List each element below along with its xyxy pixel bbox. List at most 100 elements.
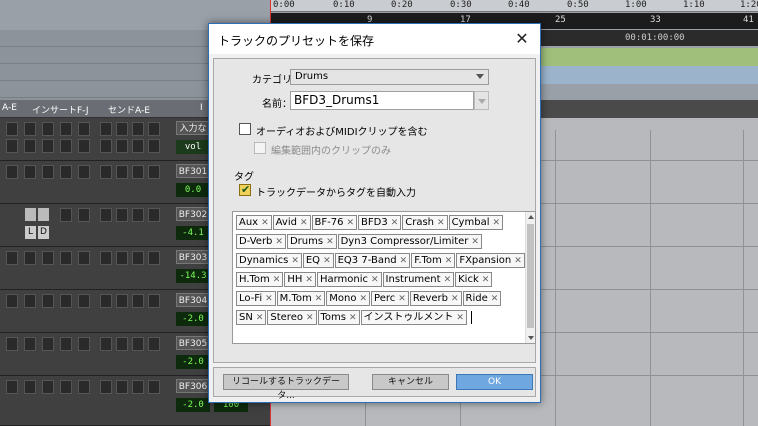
tag-chip: Mono ✕	[326, 291, 371, 306]
remove-tag-icon[interactable]: ✕	[456, 312, 464, 325]
track-volume[interactable]: -14.3	[176, 269, 210, 283]
tag-label: BFD3	[361, 217, 388, 228]
track-volume[interactable]: -4.1	[176, 226, 210, 240]
auto-tag-checkbox[interactable]	[239, 183, 251, 196]
sends-left-header: A-E	[2, 103, 17, 113]
tag-scrollbar[interactable]	[525, 212, 535, 343]
remove-tag-icon[interactable]: ✕	[391, 217, 399, 230]
insert-button-l[interactable]: L	[25, 226, 36, 239]
remove-tag-icon[interactable]: ✕	[315, 293, 323, 306]
close-icon[interactable]: ✕	[512, 29, 532, 49]
scroll-up-icon[interactable]	[528, 215, 534, 219]
remove-tag-icon[interactable]: ✕	[291, 255, 299, 268]
tag-chip: HH ✕	[284, 272, 316, 287]
tag-label: Dyn3 Compressor/Limiter	[340, 236, 469, 247]
tag-chip: FXpansion ✕	[456, 253, 525, 268]
tag-label: SN	[239, 312, 253, 323]
remove-tag-icon[interactable]: ✕	[451, 293, 459, 306]
ruler-tick: 1:10	[683, 0, 705, 10]
track-volume[interactable]: -2.0	[176, 355, 210, 369]
io-header: I	[200, 103, 203, 113]
remove-tag-icon[interactable]: ✕	[371, 274, 379, 287]
track-name[interactable]: BF302	[176, 207, 210, 221]
include-clips-checkbox[interactable]	[239, 123, 251, 135]
remove-tag-icon[interactable]: ✕	[514, 255, 522, 268]
tag-chip: Drums ✕	[286, 234, 337, 249]
remove-tag-icon[interactable]: ✕	[306, 312, 314, 325]
remove-tag-icon[interactable]: ✕	[482, 274, 490, 287]
name-history-dropdown[interactable]	[474, 91, 489, 110]
scroll-thumb[interactable]	[527, 224, 534, 328]
tag-label: インストゥルメント	[363, 312, 454, 323]
remove-tag-icon[interactable]: ✕	[326, 236, 334, 249]
track-name[interactable]: BF301	[176, 164, 210, 178]
bar-number: 41	[743, 15, 754, 25]
tag-chip: D-Verb ✕	[236, 234, 286, 249]
tag-label: Cymbal	[451, 217, 490, 228]
tag-chip: Dyn3 Compressor/Limiter ✕	[337, 234, 482, 249]
remove-tag-icon[interactable]: ✕	[398, 293, 406, 306]
text-caret	[470, 311, 472, 324]
vol-selector[interactable]: vol	[176, 140, 210, 154]
category-value: Drums	[295, 71, 329, 82]
remove-tag-icon[interactable]: ✕	[444, 274, 452, 287]
tag-label: D-Verb	[239, 236, 273, 247]
track-name[interactable]: BF305	[176, 336, 210, 350]
tag-chip: H.Tom ✕	[236, 272, 284, 287]
clips-in-range-checkbox[interactable]	[254, 142, 266, 154]
scroll-down-icon[interactable]	[528, 336, 534, 340]
remove-tag-icon[interactable]: ✕	[437, 217, 445, 230]
tag-label: HH	[287, 274, 303, 285]
remove-tag-icon[interactable]: ✕	[261, 217, 269, 230]
remove-tag-icon[interactable]: ✕	[400, 255, 408, 268]
remove-tag-icon[interactable]: ✕	[323, 255, 331, 268]
chevron-down-icon	[478, 99, 486, 104]
cancel-button[interactable]: キャンセル	[372, 374, 449, 390]
tag-chip: M.Tom ✕	[276, 291, 326, 306]
remove-tag-icon[interactable]: ✕	[273, 274, 281, 287]
insert-button-d[interactable]: D	[38, 226, 49, 239]
tag-label: H.Tom	[239, 274, 270, 285]
remove-tag-icon[interactable]: ✕	[349, 312, 357, 325]
tag-label: Reverb	[412, 293, 448, 304]
recall-track-data-button[interactable]: リコールするトラックデータ...	[223, 374, 349, 401]
insert-slot[interactable]	[38, 208, 49, 221]
remove-tag-icon[interactable]: ✕	[300, 217, 308, 230]
remove-tag-icon[interactable]: ✕	[445, 255, 453, 268]
insert-slot[interactable]	[25, 208, 36, 221]
category-select[interactable]: Drums	[290, 69, 489, 85]
remove-tag-icon[interactable]: ✕	[275, 236, 283, 249]
ruler-tick: 0:30	[450, 0, 472, 10]
remove-tag-icon[interactable]: ✕	[346, 217, 354, 230]
input-selector[interactable]: 入力な	[176, 121, 210, 135]
remove-tag-icon[interactable]: ✕	[265, 293, 273, 306]
tag-label: Lo-Fi	[239, 293, 263, 304]
tag-chip: Dynamics ✕	[236, 253, 302, 268]
tag-chip: インストゥルメント ✕	[360, 310, 467, 325]
tag-chip: Kick ✕	[455, 272, 493, 287]
timeline-ruler[interactable]: 0:00 0:10 0:20 0:30 0:40 0:50 1:00 1:10 …	[270, 0, 758, 12]
track-name[interactable]: BF304	[176, 293, 210, 307]
tag-chip: Toms ✕	[317, 310, 360, 325]
track-name[interactable]: BF303	[176, 250, 210, 264]
remove-tag-icon[interactable]: ✕	[491, 293, 499, 306]
dialog-body: カテゴリ： Drums 名前： BFD3_Drums1 オーディオおよびMIDI…	[213, 58, 536, 363]
tag-chip: Aux ✕	[236, 215, 272, 230]
timecode-label: 00:01:00:00	[625, 33, 685, 43]
remove-tag-icon[interactable]: ✕	[492, 217, 500, 230]
remove-tag-icon[interactable]: ✕	[256, 312, 264, 325]
remove-tag-icon[interactable]: ✕	[305, 274, 313, 287]
tag-label: Crash	[405, 217, 435, 228]
remove-tag-icon[interactable]: ✕	[360, 293, 368, 306]
dialog-titlebar[interactable]: トラックのプリセットを保存 ✕	[209, 24, 540, 54]
track-volume[interactable]: -2.0	[176, 398, 210, 412]
tag-editor[interactable]: Aux ✕ Avid ✕ BF-76 ✕ BFD3 ✕ Crash ✕ Cymbal ✕D-Verb ✕…	[232, 211, 536, 344]
track-volume[interactable]: 0.0	[176, 183, 210, 197]
remove-tag-icon[interactable]: ✕	[471, 236, 479, 249]
tag-label: Harmonic	[319, 274, 368, 285]
auto-tag-label: トラックデータからタグを自動入力	[256, 188, 416, 199]
track-name[interactable]: BF306	[176, 379, 210, 393]
preset-name-input[interactable]: BFD3_Drums1	[290, 91, 474, 110]
ok-button[interactable]: OK	[456, 374, 533, 390]
track-volume[interactable]: -2.0	[176, 312, 210, 326]
